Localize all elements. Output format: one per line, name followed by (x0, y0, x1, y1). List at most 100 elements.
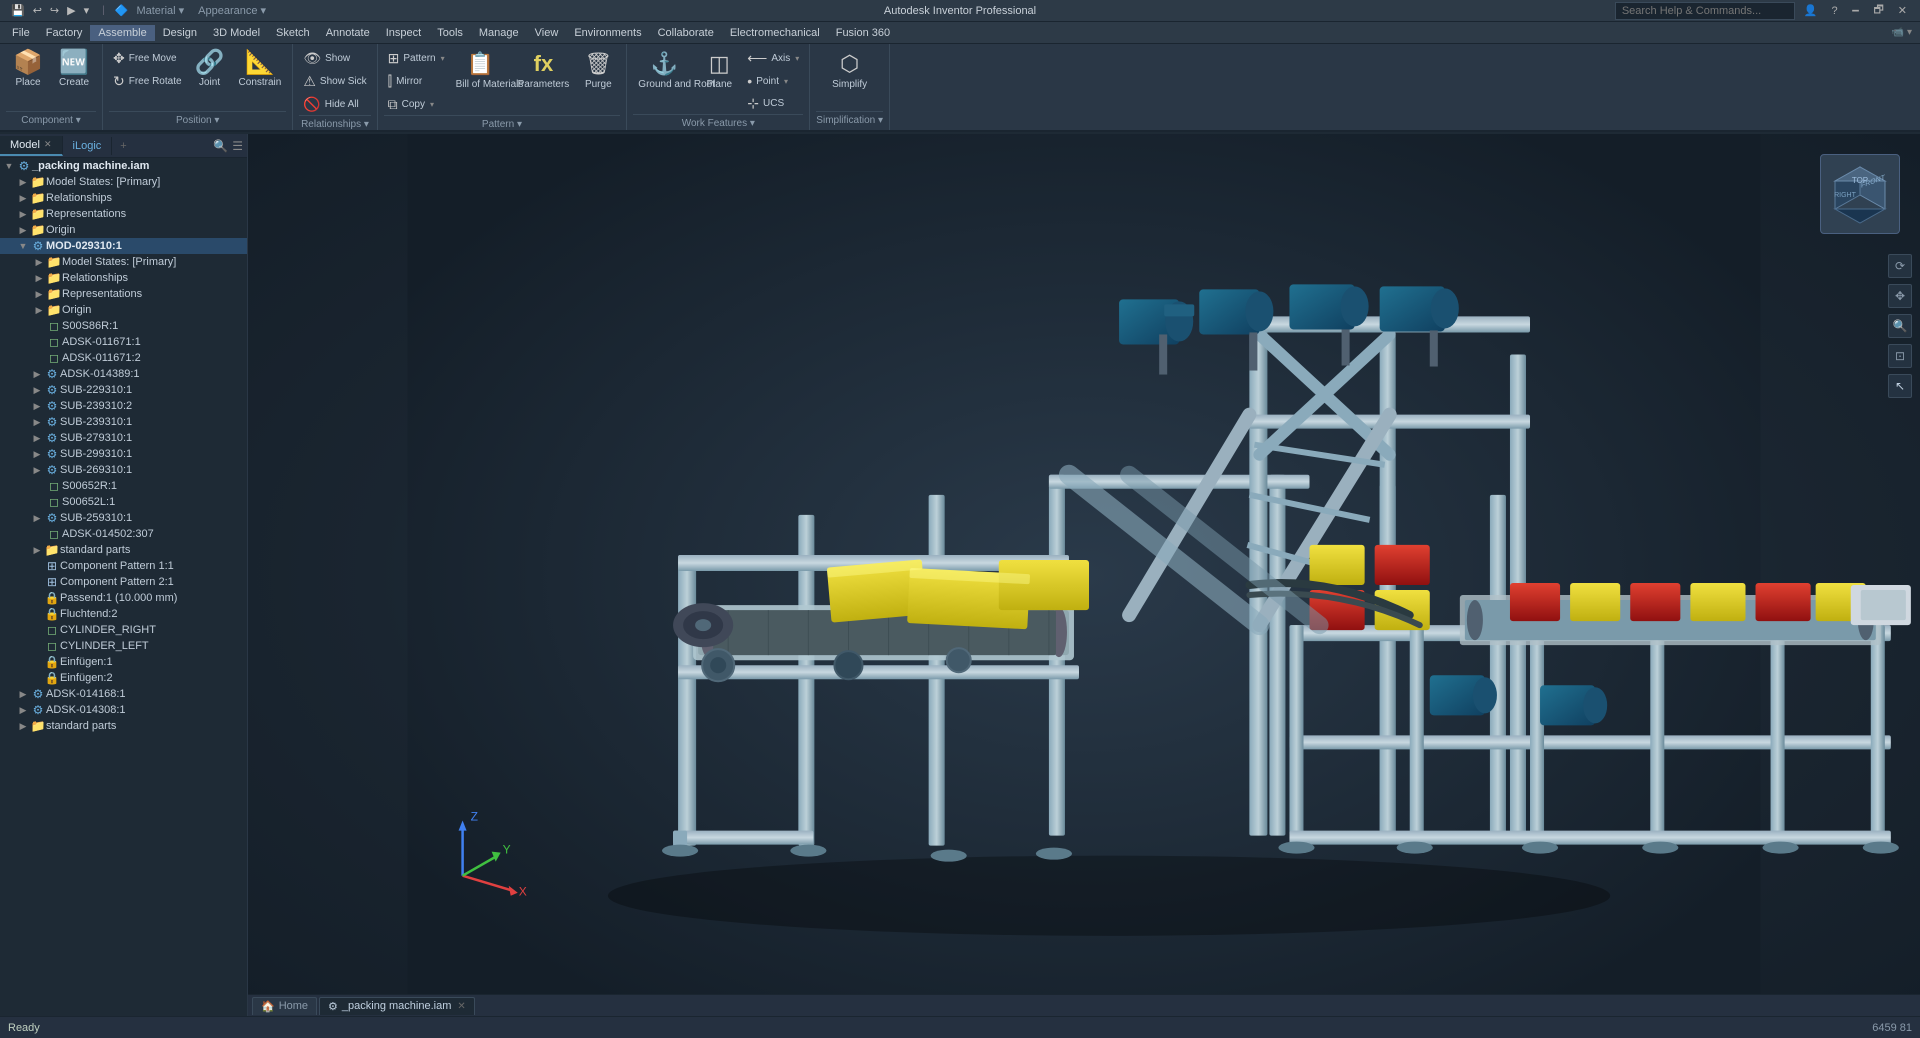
packing-machine-tab[interactable]: ⚙ _packing machine.iam ✕ (319, 997, 475, 1015)
menu-file[interactable]: File (4, 25, 38, 41)
nav-pan[interactable]: ✥ (1888, 284, 1912, 308)
simplify-button[interactable]: ⬡ Simplify (827, 48, 872, 94)
exp-adsk14308[interactable]: ▶ (16, 705, 30, 716)
exp-sub269[interactable]: ▶ (30, 465, 44, 476)
exp-sub299[interactable]: ▶ (30, 449, 44, 460)
free-move-button[interactable]: ✥ Free Move (109, 48, 186, 69)
tree-item-origin-1[interactable]: ▶ 📁 Origin (0, 222, 247, 238)
tree-item-adsk011671-1[interactable]: ◻ ADSK-011671:1 (0, 334, 247, 350)
tree-item-adsk011671-2[interactable]: ◻ ADSK-011671:2 (0, 350, 247, 366)
show-sick-button[interactable]: ⚠ Show Sick (299, 71, 370, 92)
tree-item-s00652r[interactable]: ◻ S00652R:1 (0, 478, 247, 494)
tree-item-sub239310-1[interactable]: ▶ ⚙ SUB-239310:1 (0, 414, 247, 430)
expand-rep-2[interactable]: ▶ (32, 289, 46, 300)
account-icon[interactable]: 👤 (1799, 2, 1823, 19)
tree-item-comp-pattern-1[interactable]: ⊞ Component Pattern 1:1 (0, 558, 247, 574)
tree-item-adsk014308[interactable]: ▶ ⚙ ADSK-014308:1 (0, 702, 247, 718)
nav-orbit[interactable]: ⟳ (1888, 254, 1912, 278)
axis-button[interactable]: ⟵ Axis ▾ (743, 48, 803, 69)
minimize-button[interactable]: 🗕 (1847, 0, 1865, 22)
tree-item-cylinder-left[interactable]: ◻ CYLINDER_LEFT (0, 638, 247, 654)
exp-sub239-2[interactable]: ▶ (30, 401, 44, 412)
menu-assemble[interactable]: Assemble (90, 25, 154, 41)
expand-origin-2[interactable]: ▶ (32, 305, 46, 316)
menu-tools[interactable]: Tools (429, 25, 471, 41)
menu-factory[interactable]: Factory (38, 25, 91, 41)
plane-button[interactable]: ◫ Plane (697, 48, 741, 94)
joint-button[interactable]: 🔗 Joint (188, 48, 232, 92)
tree-item-relationships-1[interactable]: ▶ 📁 Relationships (0, 190, 247, 206)
close-button[interactable]: ✕ (1893, 2, 1912, 19)
tree-root[interactable]: ▼ ⚙ _packing machine.iam (0, 158, 247, 174)
root-expander[interactable]: ▼ (2, 161, 16, 171)
purge-button[interactable]: 🗑 Purge (576, 48, 620, 94)
tree-item-sub269310[interactable]: ▶ ⚙ SUB-269310:1 (0, 462, 247, 478)
tree-item-einfugen-1[interactable]: 🔒 Einfügen:1 (0, 654, 247, 670)
show-button[interactable]: 👁 Show (299, 48, 370, 69)
viewcube[interactable]: TOP FRONT RIGHT (1820, 154, 1900, 234)
tree-item-representations-1[interactable]: ▶ 📁 Representations (0, 206, 247, 222)
tree-item-s00652l[interactable]: ◻ S00652L:1 (0, 494, 247, 510)
exp-sub279[interactable]: ▶ (30, 433, 44, 444)
expand-rel-1[interactable]: ▶ (16, 193, 30, 204)
copy-button[interactable]: ⧉ Copy ▾ (384, 94, 449, 115)
tree-item-standard-parts-1[interactable]: ▶ 📁 standard parts (0, 542, 247, 558)
menu-sketch[interactable]: Sketch (268, 25, 318, 41)
expand-origin-1[interactable]: ▶ (16, 225, 30, 236)
tree-item-sub299310[interactable]: ▶ ⚙ SUB-299310:1 (0, 446, 247, 462)
constrain-button[interactable]: 📐 Constrain (234, 48, 287, 92)
free-rotate-button[interactable]: ↻ Free Rotate (109, 71, 186, 92)
tree-item-relationships-2[interactable]: ▶ 📁 Relationships (0, 270, 247, 286)
menu-inspect[interactable]: Inspect (378, 25, 429, 41)
tree-item-sub279310[interactable]: ▶ ⚙ SUB-279310:1 (0, 430, 247, 446)
ucs-button[interactable]: ⊹ UCS (743, 93, 803, 114)
nav-fit[interactable]: ⊡ (1888, 344, 1912, 368)
ilogic-tab[interactable]: iLogic (63, 137, 113, 155)
nav-zoom[interactable]: 🔍 (1888, 314, 1912, 338)
menu-manage[interactable]: Manage (471, 25, 527, 41)
tree-item-sub229310-1[interactable]: ▶ ⚙ SUB-229310:1 (0, 382, 247, 398)
create-button[interactable]: 🆕 Create (52, 48, 96, 92)
tree-item-cylinder-right[interactable]: ◻ CYLINDER_RIGHT (0, 622, 247, 638)
help-icon[interactable]: ? (1827, 3, 1843, 19)
tree-item-passend[interactable]: 🔒 Passend:1 (10.000 mm) (0, 590, 247, 606)
pattern-button[interactable]: ⊞ Pattern ▾ (384, 48, 449, 69)
exp-std2[interactable]: ▶ (16, 721, 30, 732)
home-tab[interactable]: 🏠 Home (252, 997, 317, 1015)
menu-design[interactable]: Design (155, 25, 205, 41)
model-tab[interactable]: Model ✕ (0, 136, 63, 156)
expand-rep-1[interactable]: ▶ (16, 209, 30, 220)
expand-model-states[interactable]: ▶ (16, 177, 30, 188)
expand-mod[interactable]: ▼ (16, 241, 30, 251)
add-tab-button[interactable]: + (112, 137, 134, 155)
tree-item-representations-2[interactable]: ▶ 📁 Representations (0, 286, 247, 302)
tree-item-model-states-2[interactable]: ▶ 📁 Model States: [Primary] (0, 254, 247, 270)
parameters-button[interactable]: fx Parameters (513, 48, 575, 94)
panel-menu-icon[interactable]: ☰ (232, 139, 243, 153)
tree-item-adsk014168[interactable]: ▶ ⚙ ADSK-014168:1 (0, 686, 247, 702)
maximize-button[interactable]: 🗗 (1868, 0, 1888, 22)
point-button[interactable]: • Point ▾ (743, 71, 803, 91)
qa-dropdown[interactable]: ▾ (81, 3, 93, 18)
tree-item-standard-parts-2[interactable]: ▶ 📁 standard parts (0, 718, 247, 734)
tree-item-sub239310-2[interactable]: ▶ ⚙ SUB-239310:2 (0, 398, 247, 414)
exp-sub239-1[interactable]: ▶ (30, 417, 44, 428)
qa-run[interactable]: ▶ (64, 3, 78, 18)
exp-sub229[interactable]: ▶ (30, 385, 44, 396)
3d-viewport-canvas[interactable]: Z X Y (248, 134, 1920, 1016)
search-input[interactable] (1615, 2, 1795, 20)
menu-view[interactable]: View (527, 25, 567, 41)
expand-ms-2[interactable]: ▶ (32, 257, 46, 268)
tree-item-fluchtend[interactable]: 🔒 Fluchtend:2 (0, 606, 247, 622)
menu-fusion360[interactable]: Fusion 360 (828, 25, 898, 41)
menu-environments[interactable]: Environments (566, 25, 649, 41)
viewport[interactable]: Z X Y TOP FRONT RIGHT ⟳ ✥ 🔍 ⊡ ↖ (248, 134, 1920, 1016)
model-tab-close[interactable]: ✕ (44, 139, 52, 150)
close-packing-tab[interactable]: ✕ (457, 1001, 465, 1012)
tree-item-adsk014502[interactable]: ◻ ADSK-014502:307 (0, 526, 247, 542)
qa-redo[interactable]: ↪ (47, 3, 62, 18)
mirror-button[interactable]: ⫿ Mirror (384, 71, 449, 92)
search-panel-icon[interactable]: 🔍 (213, 139, 228, 153)
tree-item-comp-pattern-2[interactable]: ⊞ Component Pattern 2:1 (0, 574, 247, 590)
tree-item-mod-029310[interactable]: ▼ ⚙ MOD-029310:1 (0, 238, 247, 254)
